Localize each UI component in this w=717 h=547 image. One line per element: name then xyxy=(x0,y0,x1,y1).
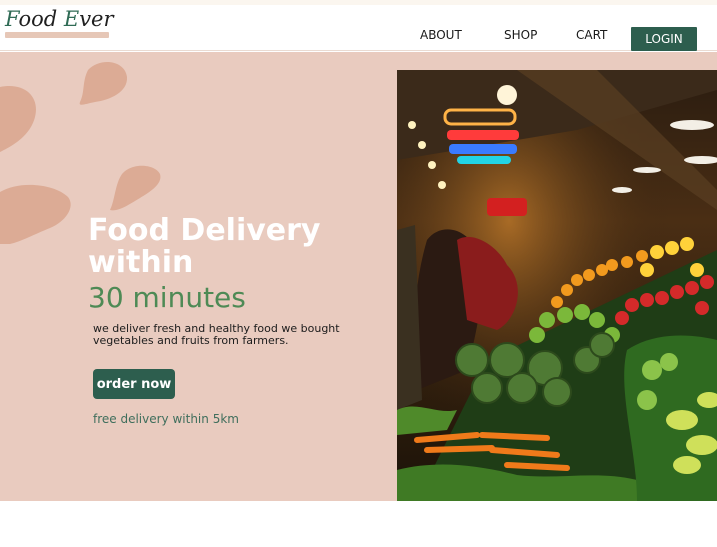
nav-about[interactable]: ABOUT xyxy=(420,28,462,42)
logo-letter-f: F xyxy=(5,7,19,31)
logo-letter-e: E xyxy=(63,7,80,31)
nav-shop[interactable]: SHOP xyxy=(504,28,537,42)
navbar: Food Ever ABOUT SHOP CART LOGIN xyxy=(0,5,717,51)
market-produce-photo xyxy=(397,70,717,501)
login-button[interactable]: LOGIN xyxy=(631,27,697,51)
delivery-note: free delivery within 5km xyxy=(93,412,239,426)
logo-text-ood: ood xyxy=(18,7,64,31)
hero-subtitle: 30 minutes xyxy=(88,281,246,314)
hero-title: Food Delivery within xyxy=(88,213,321,280)
hero-section: Food Delivery within 30 minutes we deliv… xyxy=(0,52,717,501)
logo-text-ver: ver xyxy=(79,7,114,31)
site-logo[interactable]: Food Ever xyxy=(5,7,114,35)
hero-description: we deliver fresh and healthy food we bou… xyxy=(93,322,340,347)
nav-cart[interactable]: CART xyxy=(576,28,607,42)
order-now-button[interactable]: order now xyxy=(93,369,175,399)
